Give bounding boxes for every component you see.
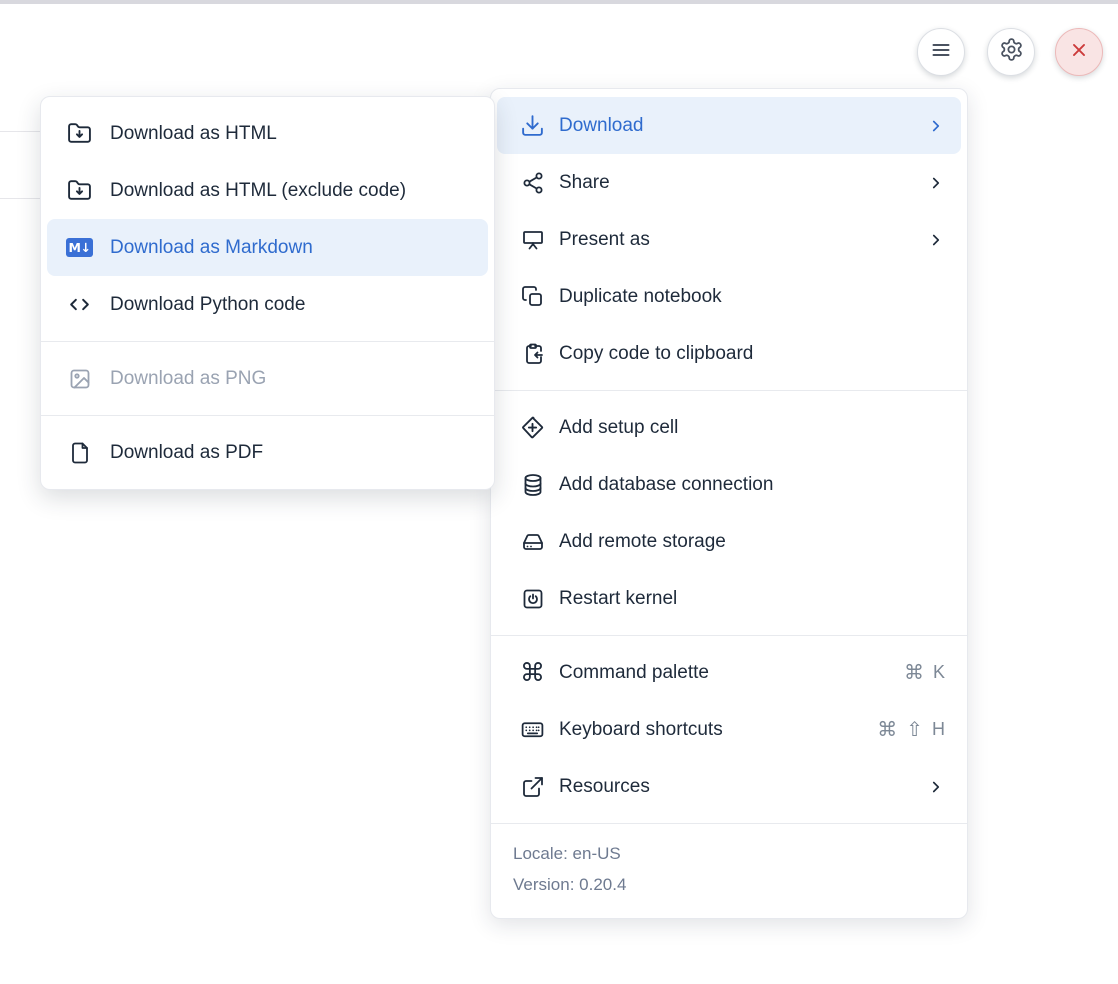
menu-item-label: Restart kernel xyxy=(559,588,677,610)
menu-divider xyxy=(41,341,494,342)
menu-item-label: Download as HTML xyxy=(110,123,277,145)
settings-button[interactable] xyxy=(987,28,1035,76)
database-icon xyxy=(519,471,546,498)
download-submenu: Download as HTML Download as HTML (exclu… xyxy=(40,96,495,490)
menu-divider xyxy=(491,635,967,636)
chevron-right-icon xyxy=(927,778,945,796)
share-icon xyxy=(519,169,546,196)
menu-item-copy-code[interactable]: Copy code to clipboard xyxy=(497,325,961,382)
menu-item-label: Resources xyxy=(559,776,650,798)
menu-item-label: Duplicate notebook xyxy=(559,286,722,308)
menu-item-download-as-pdf[interactable]: Download as PDF xyxy=(47,424,488,481)
menu-item-download-python-code[interactable]: Download Python code xyxy=(47,276,488,333)
menu-item-label: Present as xyxy=(559,229,650,251)
menu-item-label: Download as PDF xyxy=(110,442,263,464)
menu-item-add-remote-storage[interactable]: Add remote storage xyxy=(497,513,961,570)
chevron-right-icon xyxy=(927,174,945,192)
notebook-actions-menu: Download Share Present as xyxy=(490,88,968,919)
menu-item-label: Add database connection xyxy=(559,474,773,496)
clipboard-arrow-icon xyxy=(519,340,546,367)
menu-item-add-database-connection[interactable]: Add database connection xyxy=(497,456,961,513)
file-icon xyxy=(66,439,93,466)
folder-download-icon xyxy=(66,177,93,204)
power-square-icon xyxy=(519,585,546,612)
menu-item-label: Download as Markdown xyxy=(110,237,313,259)
download-icon xyxy=(519,112,546,139)
menu-divider xyxy=(41,415,494,416)
menu-item-label: Command palette xyxy=(559,662,709,684)
menu-item-label: Download as HTML (exclude code) xyxy=(110,180,406,202)
external-link-icon xyxy=(519,773,546,800)
presentation-icon xyxy=(519,226,546,253)
window-top-edge xyxy=(0,0,1118,4)
hamburger-icon xyxy=(929,38,953,67)
menu-item-download-as-markdown[interactable]: M↓ Download as Markdown xyxy=(47,219,488,276)
shortcut-hint: ⌘ K xyxy=(904,660,945,685)
menu-item-share[interactable]: Share xyxy=(497,154,961,211)
menu-item-label: Download Python code xyxy=(110,294,305,316)
diamond-plus-icon xyxy=(519,414,546,441)
menu-item-label: Add setup cell xyxy=(559,417,678,439)
menu-item-add-setup-cell[interactable]: Add setup cell xyxy=(497,399,961,456)
locale-text: Locale: en-US xyxy=(513,844,945,864)
hard-drive-icon xyxy=(519,528,546,555)
close-button[interactable] xyxy=(1055,28,1103,76)
hamburger-menu-button[interactable] xyxy=(917,28,965,76)
menu-item-label: Copy code to clipboard xyxy=(559,343,753,365)
chevron-right-icon xyxy=(927,231,945,249)
menu-item-keyboard-shortcuts[interactable]: Keyboard shortcuts ⌘ ⇧ H xyxy=(497,701,961,758)
version-text: Version: 0.20.4 xyxy=(513,875,945,895)
gear-icon xyxy=(999,37,1024,67)
menu-item-resources[interactable]: Resources xyxy=(497,758,961,815)
menu-item-label: Download xyxy=(559,115,644,137)
menu-item-restart-kernel[interactable]: Restart kernel xyxy=(497,570,961,627)
menu-item-download-as-png[interactable]: Download as PNG xyxy=(47,350,488,407)
menu-item-download-as-html-exclude-code[interactable]: Download as HTML (exclude code) xyxy=(47,162,488,219)
menu-item-command-palette[interactable]: ⌘ Command palette ⌘ K xyxy=(497,644,961,701)
command-icon: ⌘ xyxy=(519,659,546,686)
menu-item-label: Download as PNG xyxy=(110,368,266,390)
menu-item-download[interactable]: Download xyxy=(497,97,961,154)
copy-icon xyxy=(519,283,546,310)
markdown-badge-icon: M↓ xyxy=(66,234,93,261)
menu-item-download-as-html[interactable]: Download as HTML xyxy=(47,105,488,162)
code-icon xyxy=(66,291,93,318)
shortcut-hint: ⌘ ⇧ H xyxy=(877,717,945,742)
close-icon xyxy=(1068,39,1090,66)
chevron-right-icon xyxy=(927,117,945,135)
menu-item-label: Add remote storage xyxy=(559,531,726,553)
folder-download-icon xyxy=(66,120,93,147)
menu-item-duplicate-notebook[interactable]: Duplicate notebook xyxy=(497,268,961,325)
menu-footer: Locale: en-US Version: 0.20.4 xyxy=(491,832,967,910)
background-cell-border xyxy=(0,131,41,132)
background-cell-border xyxy=(0,198,41,199)
keyboard-icon xyxy=(519,716,546,743)
menu-divider xyxy=(491,390,967,391)
menu-item-label: Keyboard shortcuts xyxy=(559,719,723,741)
image-icon xyxy=(66,365,93,392)
menu-item-present-as[interactable]: Present as xyxy=(497,211,961,268)
menu-divider xyxy=(491,823,967,824)
menu-item-label: Share xyxy=(559,172,610,194)
